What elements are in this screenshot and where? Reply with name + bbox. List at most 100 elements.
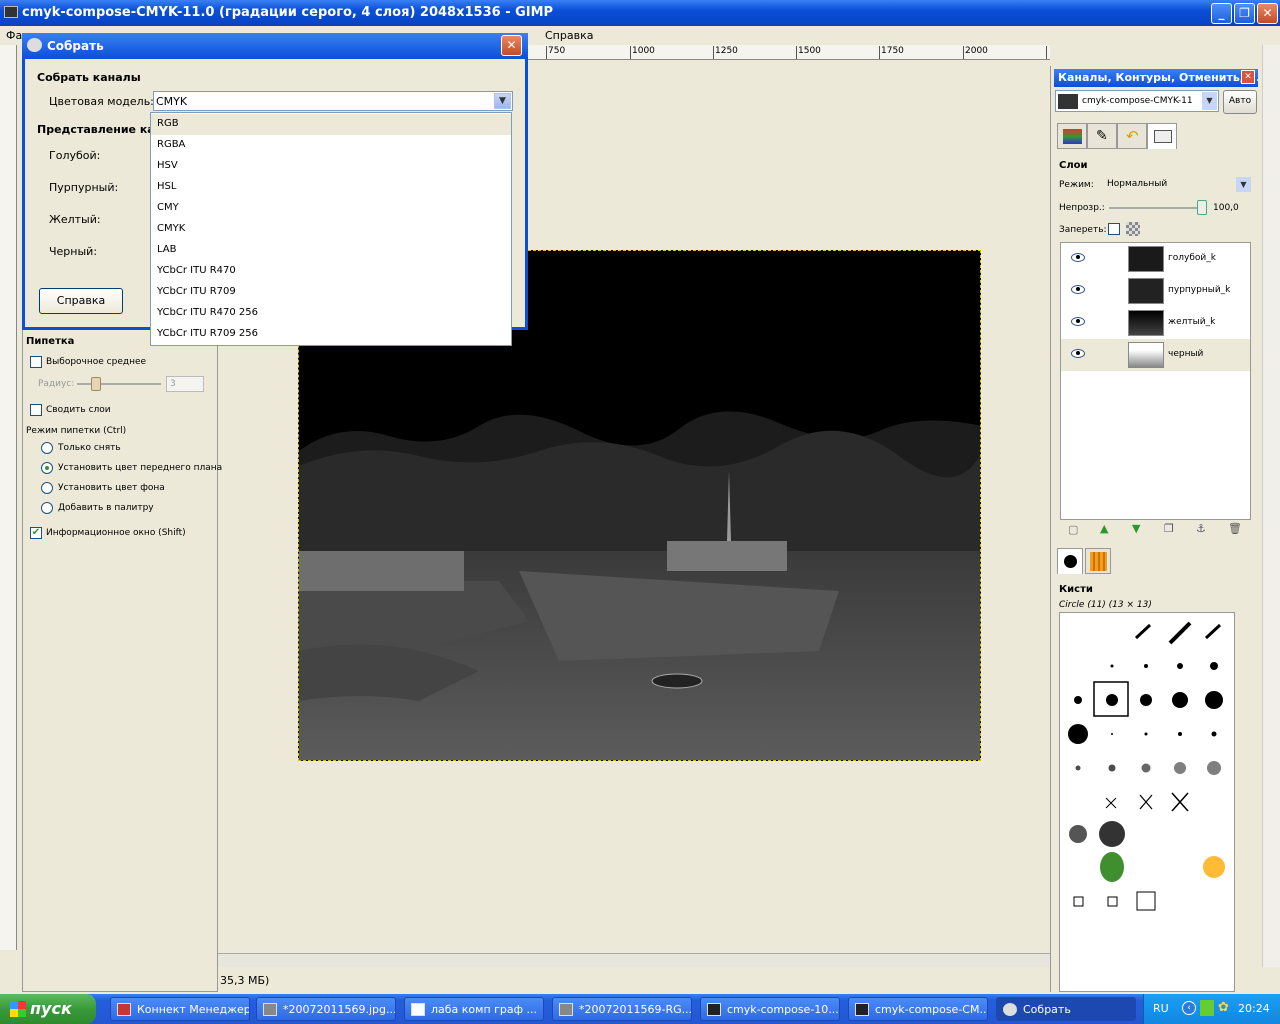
opacity-value[interactable]: 100,0 [1213, 203, 1239, 213]
dock-titlebar[interactable]: Каналы, Контуры, Отменить, ... [1054, 69, 1258, 87]
task-cmyk-compose-cm[interactable]: cmyk-compose-CM... [848, 997, 988, 1021]
horizontal-scrollbar[interactable] [218, 953, 1050, 967]
window-title: cmyk-compose-CMYK-11.0 (градации серого,… [22, 5, 554, 20]
dialog-titlebar[interactable]: Собрать ✕ [22, 33, 528, 59]
tab-undo[interactable]: ↶ [1117, 123, 1147, 149]
clover-icon[interactable]: ✿ [1218, 1000, 1234, 1016]
dock-title: Каналы, Контуры, Отменить, ... [1058, 71, 1258, 84]
info-window-label: Информационное окно (Shift) [46, 528, 186, 538]
minimize-button[interactable]: _ [1211, 3, 1232, 24]
layer-mode-combo[interactable]: Нормальный ▼ [1103, 176, 1251, 194]
lock-alpha-icon[interactable] [1126, 222, 1140, 236]
maximize-button[interactable]: ❐ [1234, 3, 1255, 24]
layers-list[interactable]: голубой_k пурпурный_k желтый_k черный [1060, 242, 1251, 520]
tab-brushes[interactable] [1057, 548, 1083, 574]
eye-icon[interactable] [1071, 349, 1085, 358]
tab-paths[interactable]: ✎ [1087, 123, 1117, 149]
layer-row[interactable]: пурпурный_k [1061, 275, 1250, 307]
delete-layer-icon[interactable]: 🗑 [1228, 522, 1242, 535]
sample-merged-label: Сводить слои [46, 405, 111, 415]
radius-spinbox[interactable]: 3 [166, 376, 204, 392]
help-button[interactable]: Справка [39, 288, 123, 314]
image-selector-combo[interactable]: cmyk-compose-CMYK-11 ▼ [1055, 90, 1219, 112]
horizontal-ruler: 750 1000 1250 1500 1750 2000 [528, 45, 1050, 60]
option-ycbcr-r470[interactable]: YCbCr ITU R470 [151, 261, 511, 282]
brush-name: Circle (11) (13 × 13) [1059, 600, 1152, 610]
layer-row[interactable]: желтый_k [1061, 307, 1250, 339]
eye-icon[interactable] [1071, 253, 1085, 262]
gimp-image-icon [4, 6, 18, 18]
gimp-image-icon [263, 1003, 277, 1016]
auto-button[interactable]: Авто [1223, 90, 1257, 114]
pick-mode-pick-only-label: Только снять [58, 443, 121, 453]
task-label: *20072011569-RG... [579, 1003, 692, 1016]
layer-thumbnail [1128, 246, 1164, 272]
vertical-scrollbar[interactable] [1262, 45, 1280, 967]
option-cmyk[interactable]: CMYK [151, 219, 511, 240]
language-indicator[interactable]: RU [1153, 1002, 1169, 1015]
color-model-combo[interactable]: CMYK ▼ [153, 91, 513, 111]
duplicate-layer-icon[interactable]: ❐ [1164, 522, 1174, 535]
layer-thumbnail [1128, 310, 1164, 336]
pick-mode-radio-palette[interactable] [41, 502, 53, 514]
task-cmyk-compose-10[interactable]: cmyk-compose-10.... [700, 997, 840, 1021]
task-label: Коннект Менеджер [137, 1003, 250, 1016]
clock: 20:24 [1238, 1002, 1270, 1015]
chevron-down-icon[interactable]: ▼ [494, 93, 511, 109]
option-ycbcr-r709[interactable]: YCbCr ITU R709 [151, 282, 511, 303]
layer-row-selected[interactable]: черный [1061, 339, 1250, 371]
close-button[interactable]: ✕ [1257, 3, 1278, 24]
lock-pixels-checkbox[interactable] [1108, 223, 1120, 235]
task-connect-manager[interactable]: Коннект Менеджер [110, 997, 250, 1021]
option-lab[interactable]: LAB [151, 240, 511, 261]
dock-close-icon[interactable]: ✕ [1241, 70, 1255, 84]
option-ycbcr-r709-256[interactable]: YCbCr ITU R709 256 [151, 324, 511, 345]
option-ycbcr-r470-256[interactable]: YCbCr ITU R470 256 [151, 303, 511, 324]
back-arrow-icon[interactable]: ‹ [1182, 1001, 1196, 1015]
option-rgb[interactable]: RGB [151, 114, 511, 135]
pick-mode-palette-label: Добавить в палитру [58, 503, 154, 513]
layer-name: черный [1168, 349, 1204, 359]
tab-channels[interactable] [1057, 123, 1087, 149]
network-icon[interactable] [1200, 1000, 1214, 1016]
chevron-down-icon[interactable]: ▼ [1202, 92, 1217, 110]
task-image-jpg[interactable]: *20072011569.jpg... [256, 997, 396, 1021]
new-layer-icon[interactable]: ▢ [1068, 523, 1078, 536]
sample-average-checkbox[interactable] [30, 356, 42, 368]
radius-slider-handle[interactable] [91, 377, 101, 391]
task-image-rgb[interactable]: *20072011569-RG... [552, 997, 692, 1021]
option-hsv[interactable]: HSV [151, 156, 511, 177]
channel-label-yellow: Желтый: [49, 213, 101, 226]
eye-icon[interactable] [1071, 285, 1085, 294]
option-cmy[interactable]: CMY [151, 198, 511, 219]
tab-patterns[interactable] [1085, 548, 1111, 574]
task-word-doc[interactable]: лаба комп граф ... [404, 997, 544, 1021]
pick-mode-radio-pick-only[interactable] [41, 442, 53, 454]
anchor-layer-icon[interactable]: ⚓ [1196, 522, 1206, 535]
lower-layer-icon[interactable]: ▼ [1132, 522, 1140, 535]
window-titlebar[interactable]: cmyk-compose-CMYK-11.0 (градации серого,… [0, 0, 1280, 26]
paths-icon: ✎ [1096, 128, 1108, 144]
opacity-slider-handle[interactable] [1197, 200, 1207, 215]
start-button[interactable]: пуск [0, 994, 96, 1024]
color-model-dropdown-list[interactable]: RGB RGBA HSV HSL CMY CMYK LAB YCbCr ITU … [150, 112, 512, 346]
tab-layers[interactable] [1147, 123, 1177, 149]
layer-row[interactable]: голубой_k [1061, 243, 1250, 275]
pick-mode-radio-foreground[interactable] [41, 462, 53, 474]
brushes-grid[interactable] [1059, 612, 1235, 992]
sample-merged-checkbox[interactable] [30, 404, 42, 416]
menu-item-file[interactable]: Фа [6, 29, 22, 42]
info-window-checkbox[interactable]: ✔ [30, 527, 42, 539]
chevron-down-icon[interactable]: ▼ [1236, 177, 1251, 192]
task-compose-dialog[interactable]: Собрать [996, 997, 1136, 1021]
option-rgba[interactable]: RGBA [151, 135, 511, 156]
brush-previews [1068, 621, 1225, 911]
eye-icon[interactable] [1071, 317, 1085, 326]
channel-label-magenta: Пурпурный: [49, 181, 119, 194]
menu-item-help[interactable]: Справка [545, 29, 593, 42]
pick-mode-radio-background[interactable] [41, 482, 53, 494]
dialog-close-button[interactable]: ✕ [501, 35, 522, 56]
undo-icon: ↶ [1126, 127, 1139, 145]
raise-layer-icon[interactable]: ▲ [1100, 522, 1108, 535]
option-hsl[interactable]: HSL [151, 177, 511, 198]
